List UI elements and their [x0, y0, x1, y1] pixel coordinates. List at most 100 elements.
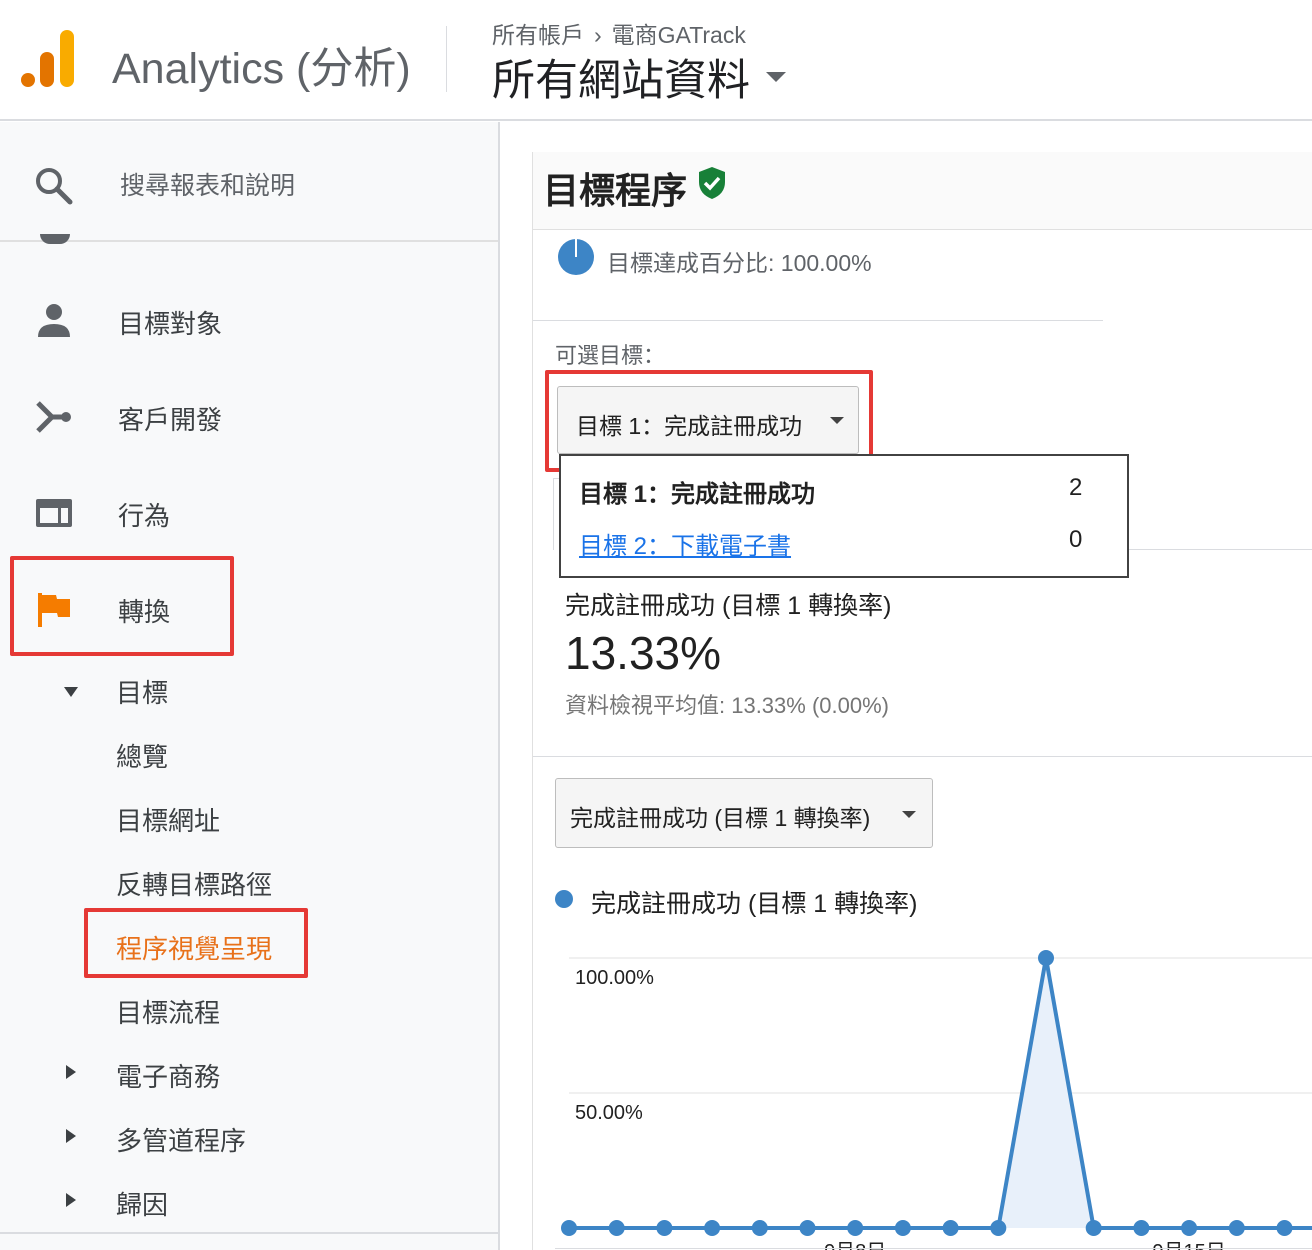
data-point [704, 1220, 721, 1236]
breadcrumb-account[interactable]: 電商GATrack [612, 22, 746, 48]
search-input[interactable]: 搜尋報表和說明 [120, 166, 295, 202]
data-point [1133, 1220, 1150, 1236]
data-point [799, 1220, 816, 1236]
app-title: Analytics (分析) [112, 45, 411, 93]
sidebar-subitem-label: 目標 [116, 678, 169, 708]
section-divider [533, 320, 1103, 321]
clock-icon [40, 234, 70, 244]
sidebar-subitem-goal-urls[interactable]: 目標網址 [0, 793, 498, 843]
behavior-icon [36, 499, 72, 527]
sidebar-item-audience[interactable]: 目標對象 [0, 288, 498, 354]
pie-complete-icon [558, 239, 594, 275]
data-point [847, 1220, 864, 1236]
sidebar-item-conversions[interactable]: 轉換 [0, 576, 498, 642]
goal-option-label: 目標 1：完成註冊成功 [579, 481, 816, 508]
breadcrumb[interactable]: 所有帳戶 › 電商GATrack [492, 16, 746, 50]
analytics-logo[interactable] [20, 30, 76, 88]
chevron-right-icon: › [594, 22, 602, 48]
sidebar-subitem-label: 目標網址 [116, 806, 221, 836]
goal-select[interactable]: 目標 1：完成註冊成功 [557, 386, 859, 454]
line-chart[interactable]: 100.00%50.00%9月8日9月15日 [533, 928, 1312, 1250]
goal-completion-rate: 目標達成百分比: 100.00% [607, 250, 872, 276]
y-tick-label: 100.00% [575, 967, 654, 989]
verified-shield-icon [699, 167, 725, 199]
data-point [656, 1220, 673, 1236]
legend-marker [555, 890, 573, 908]
sidebar-subitem-overview[interactable]: 總覽 [0, 729, 498, 779]
goal-option-count: 2 [1069, 474, 1083, 501]
person-icon [38, 304, 70, 337]
data-point [942, 1220, 959, 1236]
caret-down-icon [830, 417, 844, 424]
sidebar-subitem-multichannel[interactable]: 多管道程序 [0, 1113, 498, 1163]
main-content: 目標程序 目標達成百分比: 100.00% 可選目標： 目標 1：完成註冊成功 … [502, 122, 1312, 1250]
goal-dropdown-menu[interactable]: 目標 1：完成註冊成功 2 目標 2：下載電子書 0 [559, 454, 1129, 578]
metric-average: 資料檢視平均值: 13.33% (0.00%) [565, 693, 889, 718]
sidebar-item-acquisition[interactable]: 客戶開發 [0, 384, 498, 450]
report-panel: 目標程序 目標達成百分比: 100.00% 可選目標： 目標 1：完成註冊成功 … [532, 152, 1312, 1250]
sidebar-subitem-label: 目標流程 [116, 998, 221, 1028]
search-reports[interactable]: 搜尋報表和說明 [0, 122, 498, 242]
sidebar-subitem-label: 總覽 [116, 742, 169, 772]
metric-value: 13.33% [565, 627, 722, 679]
sidebar-subitem-ecommerce[interactable]: 電子商務 [0, 1049, 498, 1099]
metric-select[interactable]: 完成註冊成功 (目標 1 轉換率) [555, 778, 933, 848]
sidebar-subitem-label: 電子商務 [116, 1062, 221, 1092]
flag-icon [38, 593, 70, 627]
sidebar-item-label: 轉換 [118, 597, 171, 627]
header-divider [446, 26, 447, 92]
triangle-right-icon [66, 1065, 76, 1079]
sidebar-subitem-goals[interactable]: 目標 [0, 665, 498, 715]
data-point [894, 1220, 911, 1236]
sidebar-subitem-label: 多管道程序 [116, 1126, 247, 1156]
data-point [1228, 1220, 1245, 1236]
goal-option-count: 0 [1069, 526, 1083, 553]
data-point [1181, 1220, 1198, 1236]
data-point [561, 1220, 577, 1236]
sidebar-item-label: 行為 [118, 501, 171, 531]
search-icon [36, 168, 73, 205]
sidebar-subitem-funnel-visualization[interactable]: 程序視覺呈現 [0, 921, 498, 971]
sidebar-subitem-label: 反轉目標路徑 [116, 870, 273, 900]
triangle-down-icon [64, 687, 78, 697]
page-title-bar: 目標程序 [533, 152, 1312, 230]
app-header: Analytics (分析) 所有帳戶 › 電商GATrack 所有網站資料 [0, 0, 1312, 121]
page-title: 目標程序 [543, 170, 688, 211]
section-divider [533, 756, 1312, 757]
data-point [1085, 1220, 1102, 1236]
sidebar-item-label: 目標對象 [118, 309, 223, 339]
sidebar-subitem-reverse-goal-path[interactable]: 反轉目標路徑 [0, 857, 498, 907]
sidebar-item-behavior[interactable]: 行為 [0, 480, 498, 546]
sidebar: 搜尋報表和說明 目標對象 客戶開發 行為 轉換 目標 總覽 目標網址 反轉目標路… [0, 122, 500, 1250]
data-point [751, 1220, 768, 1236]
metric-name: 完成註冊成功 (目標 1 轉換率) [565, 592, 892, 620]
property-selector[interactable]: 所有網站資料 [492, 46, 786, 108]
legend-label: 完成註冊成功 (目標 1 轉換率) [591, 890, 918, 918]
sidebar-subitem-goal-flow[interactable]: 目標流程 [0, 985, 498, 1035]
optional-goal-label: 可選目標： [555, 343, 666, 368]
metric-select-value: 完成註冊成功 (目標 1 轉換率) [570, 805, 871, 831]
sidebar-item-label: 客戶開發 [118, 405, 223, 435]
y-tick-label: 50.00% [575, 1102, 643, 1124]
goal-select-value: 目標 1：完成註冊成功 [576, 413, 803, 439]
section-divider [1129, 549, 1312, 550]
goal-option-label[interactable]: 目標 2：下載電子書 [579, 526, 791, 561]
sidebar-bottom-divider [0, 1232, 498, 1234]
chart-bottom-divider [555, 1248, 1312, 1249]
acquisition-icon [36, 401, 71, 433]
triangle-right-icon [66, 1129, 76, 1143]
data-point [990, 1220, 1007, 1236]
triangle-right-icon [66, 1193, 76, 1207]
data-point [1276, 1220, 1293, 1236]
data-point [608, 1220, 625, 1236]
caret-down-icon [766, 72, 786, 82]
goal-option-1[interactable]: 目標 1：完成註冊成功 2 [561, 464, 1127, 516]
data-point [1038, 950, 1054, 966]
sidebar-subitem-label: 程序視覺呈現 [116, 934, 273, 964]
caret-down-icon [902, 811, 916, 818]
goal-option-2[interactable]: 目標 2：下載電子書 0 [561, 516, 1127, 568]
sidebar-subitem-label: 歸因 [116, 1190, 169, 1220]
sidebar-subitem-attribution[interactable]: 歸因 [0, 1177, 498, 1227]
property-name: 所有網站資料 [492, 57, 750, 105]
breadcrumb-account-all[interactable]: 所有帳戶 [492, 22, 584, 48]
